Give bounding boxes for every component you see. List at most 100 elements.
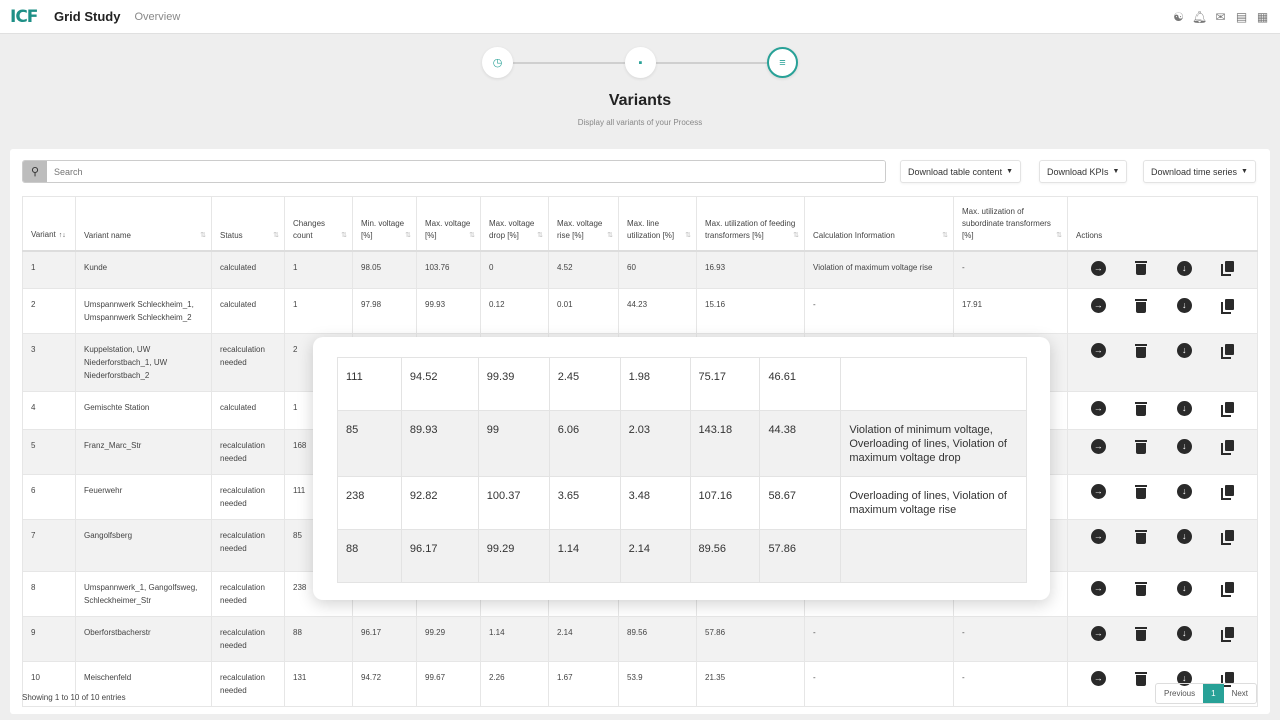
download-circle-icon[interactable]: ↓ <box>1176 401 1192 416</box>
trash-icon[interactable] <box>1135 581 1148 596</box>
bell-icon[interactable]: 🔔︎ <box>1192 9 1207 24</box>
download-circle-icon[interactable]: ↓ <box>1176 260 1192 276</box>
sort-icon[interactable]: ⇅ <box>1056 230 1062 242</box>
cell-actions: → ↓ <box>1067 474 1258 520</box>
zoomed-cell-changes: 238 <box>337 476 402 530</box>
column-header[interactable]: Status ⇅ <box>211 196 285 252</box>
zoomed-cell-line-util: 89.56 <box>689 529 761 583</box>
copy-icon[interactable] <box>1221 343 1235 359</box>
trash-icon[interactable] <box>1135 626 1148 641</box>
column-header[interactable]: Max. voltage [%] ⇅ <box>416 196 481 252</box>
arrow-right-circle-icon[interactable]: → <box>1090 343 1106 358</box>
column-header[interactable]: Max. utilization of feeding transformers… <box>696 196 805 252</box>
top-icons: ☯ 🔔︎ ✉ ▤ ▦ <box>1171 9 1270 24</box>
column-header[interactable]: Max. line utilization [%] ⇅ <box>618 196 697 252</box>
cell-actions: → ↓ <box>1067 571 1258 617</box>
download-circle-icon[interactable]: ↓ <box>1176 581 1192 596</box>
sort-icon[interactable]: ⇅ <box>341 230 347 242</box>
sort-ascending-icon[interactable]: ↑↓ <box>59 232 66 239</box>
sort-icon[interactable]: ⇅ <box>942 230 948 242</box>
app-title[interactable]: Grid Study <box>54 9 120 24</box>
sort-icon[interactable]: ⇅ <box>537 230 543 242</box>
cell-name: Kunde <box>75 250 212 289</box>
step-1[interactable]: ◷ <box>482 47 513 78</box>
arrow-right-circle-icon[interactable]: → <box>1090 298 1106 313</box>
trash-icon[interactable] <box>1135 529 1148 544</box>
arrow-right-circle-icon[interactable]: → <box>1090 484 1106 499</box>
zoomed-cell-changes: 111 <box>337 357 402 411</box>
nav-overview-link[interactable]: Overview <box>134 11 180 23</box>
document-icon[interactable]: ▤ <box>1234 9 1249 24</box>
copy-icon[interactable] <box>1221 298 1235 314</box>
trash-icon[interactable] <box>1135 343 1148 358</box>
step-3[interactable]: ≡ <box>767 47 798 78</box>
sort-icon[interactable]: ⇅ <box>405 230 411 242</box>
cell-actions: → ↓ <box>1067 519 1258 572</box>
column-header[interactable]: Max. utilization of subordinate transfor… <box>953 196 1068 252</box>
column-header[interactable]: Calculation Information ⇅ <box>804 196 954 252</box>
copy-icon[interactable] <box>1221 484 1235 500</box>
copy-icon[interactable] <box>1221 261 1235 276</box>
column-header[interactable]: Max. voltage drop [%] ⇅ <box>480 196 549 252</box>
column-header[interactable]: Variant ↑↓ <box>22 196 76 252</box>
copy-icon[interactable] <box>1221 626 1235 642</box>
download-kpis-label: Download KPIs <box>1047 166 1109 177</box>
column-header[interactable]: Max. voltage rise [%] ⇅ <box>548 196 619 252</box>
arrow-right-circle-icon[interactable]: → <box>1090 401 1106 416</box>
trash-icon[interactable] <box>1135 671 1148 686</box>
arrow-right-circle-icon[interactable]: → <box>1090 439 1106 454</box>
copy-icon[interactable] <box>1221 581 1235 597</box>
download-kpis-button[interactable]: Download KPIs ▼ <box>1039 160 1128 183</box>
next-button[interactable]: Next <box>1224 684 1256 703</box>
app-logo[interactable]: ICF <box>10 7 40 27</box>
trash-icon[interactable] <box>1135 298 1148 313</box>
cell-actions: → ↓ <box>1067 429 1258 475</box>
cell-actions: → ↓ <box>1067 288 1258 334</box>
previous-button[interactable]: Previous <box>1156 684 1203 703</box>
zoomed-cell-rise: 3.48 <box>619 476 691 530</box>
search-icon[interactable]: ⚲ <box>23 161 47 182</box>
download-table-button[interactable]: Download table content ▼ <box>900 160 1022 183</box>
copy-icon[interactable] <box>1221 401 1235 417</box>
copy-icon[interactable] <box>1221 529 1235 545</box>
trash-icon[interactable] <box>1135 439 1148 454</box>
download-circle-icon[interactable]: ↓ <box>1176 529 1192 544</box>
sort-icon[interactable]: ⇅ <box>200 230 206 242</box>
cell-feed-tr: 57.86 <box>696 616 805 662</box>
sort-icon[interactable]: ⇅ <box>607 230 613 242</box>
arrow-right-circle-icon[interactable]: → <box>1090 671 1106 686</box>
zoomed-cell-rise: 2.03 <box>619 410 691 477</box>
step-2[interactable]: ▪ <box>625 47 656 78</box>
cell-feed-tr: 15.16 <box>696 288 805 334</box>
zoomed-cell-max-v: 100.37 <box>477 476 550 530</box>
sort-icon[interactable]: ⇅ <box>793 230 799 242</box>
arrow-right-circle-icon[interactable]: → <box>1090 581 1106 596</box>
sort-icon[interactable]: ⇅ <box>469 230 475 242</box>
trash-icon[interactable] <box>1135 261 1148 275</box>
search-input[interactable] <box>47 161 885 182</box>
sort-icon[interactable]: ⇅ <box>685 230 691 242</box>
download-circle-icon[interactable]: ↓ <box>1176 439 1192 454</box>
download-circle-icon[interactable]: ↓ <box>1176 343 1192 358</box>
download-timeseries-button[interactable]: Download time series ▼ <box>1143 160 1256 183</box>
people-icon[interactable]: ☯ <box>1171 9 1186 24</box>
column-header[interactable]: Min. voltage [%] ⇅ <box>352 196 417 252</box>
trash-icon[interactable] <box>1135 484 1148 499</box>
cell-actions: → ↓ <box>1067 391 1258 430</box>
download-circle-icon[interactable]: ↓ <box>1176 484 1192 499</box>
page-1-button[interactable]: 1 <box>1203 684 1224 703</box>
sort-icon[interactable]: ⇅ <box>273 230 279 242</box>
download-circle-icon[interactable]: ↓ <box>1176 626 1192 641</box>
zoomed-cell-min-v: 94.52 <box>400 357 479 411</box>
column-header[interactable]: Changes count ⇅ <box>284 196 353 252</box>
arrow-right-circle-icon[interactable]: → <box>1090 626 1106 641</box>
trash-icon[interactable] <box>1135 401 1148 416</box>
grid-icon[interactable]: ▦ <box>1255 9 1270 24</box>
copy-icon[interactable] <box>1221 439 1235 455</box>
zoomed-cell-line-util: 75.17 <box>689 357 761 411</box>
column-header[interactable]: Variant name ⇅ <box>75 196 212 252</box>
download-circle-icon[interactable]: ↓ <box>1176 298 1192 313</box>
mail-icon[interactable]: ✉ <box>1213 9 1228 24</box>
arrow-right-circle-icon[interactable]: → <box>1090 529 1106 544</box>
arrow-right-circle-icon[interactable]: → <box>1090 260 1106 276</box>
